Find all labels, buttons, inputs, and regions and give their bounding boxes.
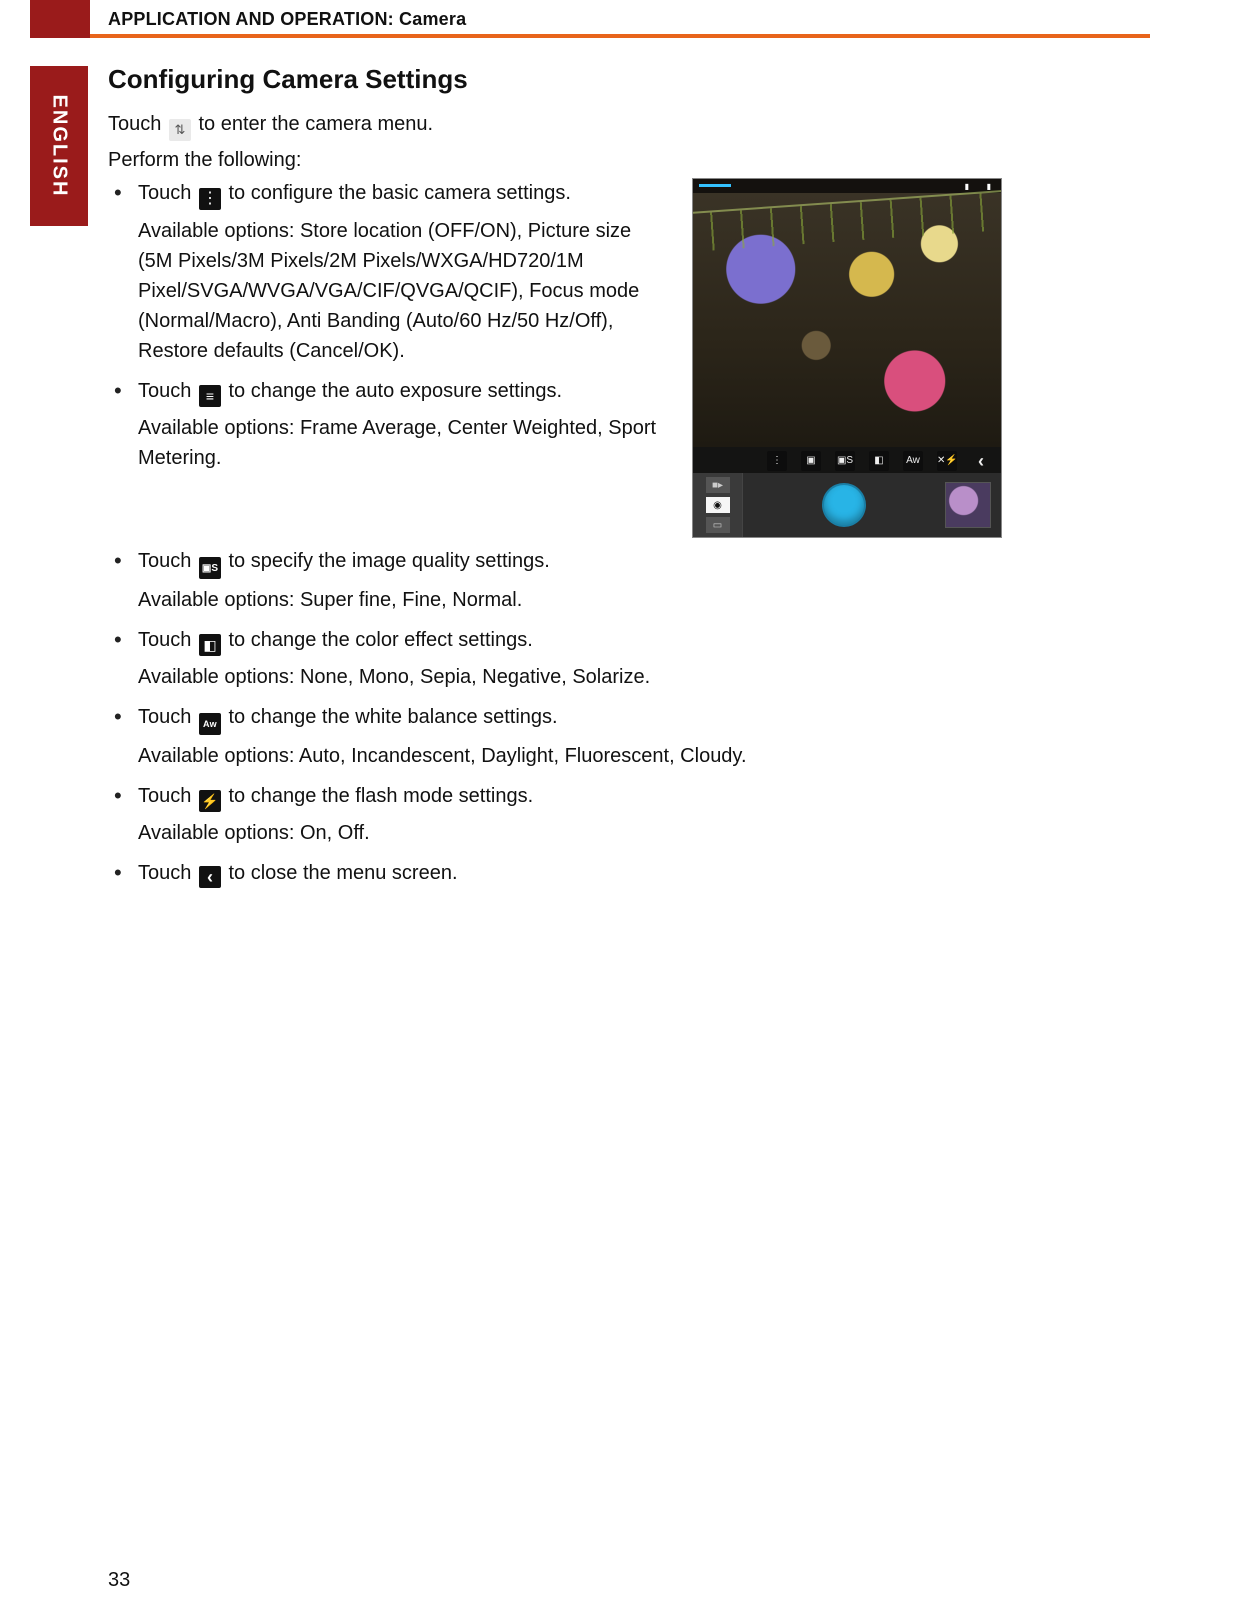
list-item: Touch to change the auto exposure settin… bbox=[108, 376, 668, 473]
header-rule bbox=[90, 34, 1150, 38]
header-title: APPLICATION AND OPERATION: Camera bbox=[108, 9, 466, 30]
settings-quality-icon[interactable]: ▣S bbox=[835, 451, 855, 471]
camera-settings-row: ⋮ ▣ ▣S ◧ Aw ✕⚡ ‹ bbox=[693, 447, 1001, 475]
status-signal-icon: ▮ bbox=[965, 182, 969, 191]
sidebar-language-tab: ENGLISH bbox=[30, 66, 88, 226]
sidebar-language-label: ENGLISH bbox=[48, 95, 71, 198]
bullet-text-before: Touch bbox=[138, 380, 197, 402]
bullet-options: Available options: Auto, Incandescent, D… bbox=[138, 741, 1148, 771]
bullet-text-after: to change the color effect settings. bbox=[229, 629, 533, 651]
list-item: Touch to configure the basic camera sett… bbox=[108, 178, 668, 366]
bullet-text-after: to close the menu screen. bbox=[229, 862, 458, 884]
bullet-text-before: Touch bbox=[138, 182, 197, 204]
camera-screenshot: ▮ ▮ ⋮ ▣ ▣S ◧ Aw ✕⚡ ‹ bbox=[692, 178, 1002, 538]
settings-exposure-icon[interactable]: ▣ bbox=[801, 451, 821, 471]
mode-camera-icon[interactable]: ◉ bbox=[706, 497, 730, 513]
mode-video-icon[interactable]: ■▸ bbox=[706, 477, 730, 493]
bullet-text-before: Touch bbox=[138, 706, 197, 728]
mode-panorama-icon[interactable]: ▭ bbox=[706, 517, 730, 533]
bullet-options: Available options: On, Off. bbox=[138, 818, 1148, 848]
sliders-icon bbox=[169, 119, 191, 141]
bullet-text-after: to change the auto exposure settings. bbox=[229, 380, 563, 402]
gallery-thumbnail[interactable] bbox=[945, 482, 991, 528]
list-item: Touch to change the flash mode settings.… bbox=[108, 781, 1148, 848]
camera-bottom-bar: ■▸ ◉ ▭ bbox=[693, 473, 1001, 537]
bullet-text-after: to specify the image quality settings. bbox=[229, 550, 550, 572]
bullet-options: Available options: Store location (OFF/O… bbox=[138, 216, 668, 366]
bullet-text-before: Touch bbox=[138, 550, 197, 572]
bullet-options: Available options: Super fine, Fine, Nor… bbox=[138, 585, 1148, 615]
camera-mode-switcher[interactable]: ■▸ ◉ ▭ bbox=[693, 473, 743, 537]
intro-after: to enter the camera menu. bbox=[199, 113, 434, 135]
more-options-icon bbox=[199, 188, 221, 210]
exposure-icon bbox=[199, 385, 221, 407]
list-item: Touch to specify the image quality setti… bbox=[108, 546, 1148, 615]
white-balance-icon bbox=[199, 713, 221, 735]
bullet-text-after: to configure the basic camera settings. bbox=[229, 182, 571, 204]
bullet-text-before: Touch bbox=[138, 629, 197, 651]
shutter-area bbox=[743, 485, 945, 525]
bullet-text-before: Touch bbox=[138, 785, 197, 807]
intro-before: Touch bbox=[108, 113, 167, 135]
list-item: Touch to change the color effect setting… bbox=[108, 625, 1148, 692]
bullet-options: Available options: Frame Average, Center… bbox=[138, 413, 668, 473]
page-number: 33 bbox=[108, 1569, 130, 1592]
close-menu-icon bbox=[199, 866, 221, 888]
settings-close-icon[interactable]: ‹ bbox=[971, 451, 991, 471]
list-item: Touch to close the menu screen. bbox=[108, 858, 1148, 888]
section-title: Configuring Camera Settings bbox=[108, 64, 1148, 95]
viewfinder-decor bbox=[692, 190, 1002, 253]
image-quality-icon bbox=[199, 557, 221, 579]
perform-line: Perform the following: bbox=[108, 149, 1148, 172]
bullet-text-before: Touch bbox=[138, 862, 197, 884]
color-effect-icon bbox=[199, 634, 221, 656]
flash-mode-icon bbox=[199, 790, 221, 812]
list-item: Touch to change the white balance settin… bbox=[108, 702, 1148, 771]
bullet-options: Available options: None, Mono, Sepia, Ne… bbox=[138, 662, 1148, 692]
settings-color-icon[interactable]: ◧ bbox=[869, 451, 889, 471]
header-accent-block bbox=[30, 0, 90, 38]
settings-wb-icon[interactable]: Aw bbox=[903, 451, 923, 471]
bullet-text-after: to change the white balance settings. bbox=[229, 706, 558, 728]
settings-flash-icon[interactable]: ✕⚡ bbox=[937, 451, 957, 471]
settings-more-icon[interactable]: ⋮ bbox=[767, 451, 787, 471]
bullet-text-after: to change the flash mode settings. bbox=[229, 785, 534, 807]
progress-indicator bbox=[699, 184, 731, 187]
intro-line: Touch to enter the camera menu. bbox=[108, 107, 1148, 141]
phone-status-bar: ▮ ▮ bbox=[693, 179, 1001, 193]
status-battery-icon: ▮ bbox=[987, 182, 991, 191]
shutter-button[interactable] bbox=[824, 485, 864, 525]
camera-viewfinder bbox=[693, 193, 1001, 447]
